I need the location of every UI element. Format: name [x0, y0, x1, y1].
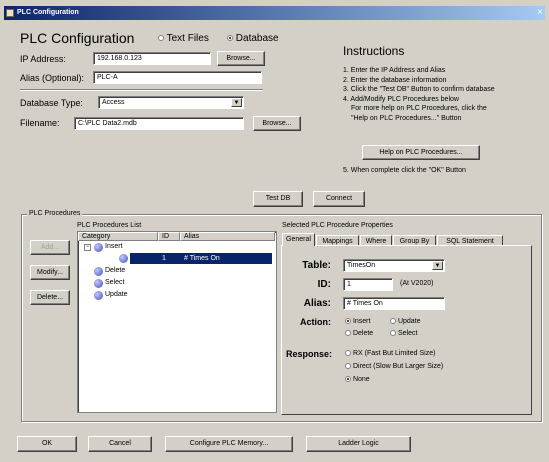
procedures-list-title: PLC Procedures List [77, 222, 142, 229]
app-icon [6, 9, 14, 17]
filename-label: Filename: [20, 118, 60, 128]
memory-address: (At V2020) [400, 280, 434, 287]
instruction-step: "Help on PLC Procedures..." Button [351, 114, 462, 122]
alias-prop-input[interactable]: # Times On [343, 297, 445, 310]
instruction-step-5: 5. When complete click the "OK" Button [343, 167, 466, 174]
text-files-label: Text Files [166, 33, 209, 44]
window-title: PLC Configuration [17, 9, 79, 16]
add-procedure-button[interactable]: Add... [30, 240, 70, 255]
action-select-label: Select [397, 330, 418, 337]
response-direct-radio[interactable]: Direct (Slow But Larger Size) [345, 363, 443, 370]
table-label: Table: [302, 260, 331, 271]
database-type-label: Database Type: [20, 98, 83, 108]
database-type-select[interactable]: Access ▼ [98, 96, 244, 109]
action-update-label: Update [397, 318, 421, 325]
action-insert-label: Insert [352, 318, 371, 325]
help-on-plc-procedures-button[interactable]: Help on PLC Procedures... [362, 145, 480, 160]
title-bar[interactable]: PLC Configuration × [4, 6, 545, 20]
close-icon[interactable]: × [537, 6, 543, 20]
chevron-down-icon[interactable]: ▼ [231, 98, 242, 107]
globe-icon [94, 243, 103, 252]
alias-prop-label: Alias: [303, 298, 331, 309]
cancel-button[interactable]: Cancel [88, 436, 152, 452]
action-insert-radio[interactable]: Insert [345, 318, 370, 325]
response-none-label: None [352, 376, 370, 383]
table-select[interactable]: TimesOn ▼ [343, 259, 445, 272]
action-update-radio[interactable]: Update [390, 318, 421, 325]
row-id: 1 [162, 255, 166, 262]
action-delete-label: Delete [352, 330, 374, 337]
tree-node-insert[interactable]: Insert [105, 243, 123, 250]
id-label: ID: [317, 279, 331, 290]
database-radio-dot[interactable] [227, 35, 233, 42]
action-select-radio[interactable]: Select [390, 330, 417, 337]
database-label: Database [235, 33, 279, 44]
page-title: PLC Configuration [20, 30, 135, 46]
radio-dot[interactable] [390, 330, 396, 337]
alias-label: Alias (Optional): [20, 73, 85, 83]
filename-input[interactable]: C:\PLC Data2.mdb [74, 117, 244, 130]
row-alias: # Times On [184, 255, 220, 262]
globe-icon [94, 267, 103, 276]
action-delete-radio[interactable]: Delete [345, 330, 373, 337]
radio-dot[interactable] [345, 363, 351, 370]
instruction-step: 1. Enter the IP Address and Alias [343, 67, 446, 74]
tree-node-select[interactable]: Select [105, 279, 124, 286]
globe-icon [119, 254, 128, 263]
test-db-button[interactable]: Test DB [253, 191, 303, 207]
radio-dot[interactable] [345, 330, 351, 337]
database-radio[interactable]: Database [227, 33, 279, 44]
ip-address-label: IP Address: [20, 54, 66, 64]
database-type-value: Access [102, 99, 125, 106]
chevron-down-icon[interactable]: ▼ [432, 261, 443, 270]
response-rx-radio[interactable]: RX (Fast But Limited Size) [345, 350, 435, 357]
instruction-step: 4. Add/Modify PLC Procedures below [343, 95, 459, 103]
instructions-steps: 1. Enter the IP Address and Alias 2. Ent… [343, 66, 495, 124]
radio-dot[interactable] [390, 318, 396, 325]
response-rx-label: RX (Fast But Limited Size) [352, 350, 436, 357]
column-header-alias[interactable]: Alias [180, 232, 275, 241]
globe-icon [94, 279, 103, 288]
plc-procedures-group-label: PLC Procedures [27, 210, 83, 217]
connect-button[interactable]: Connect [313, 191, 365, 207]
id-input[interactable]: 1 [343, 278, 393, 291]
instruction-step: 3. Click the "Test DB" Button to confirm… [343, 86, 495, 94]
table-value: TimesOn [347, 262, 376, 269]
instruction-step: 2. Enter the database information [343, 76, 447, 84]
text-files-radio[interactable]: Text Files [158, 33, 209, 44]
response-label: Response: [285, 349, 332, 359]
globe-icon [94, 291, 103, 300]
ladder-logic-button[interactable]: Ladder Logic [306, 436, 411, 452]
radio-dot[interactable] [345, 318, 351, 325]
text-files-radio-dot[interactable] [158, 35, 164, 42]
action-label: Action: [300, 317, 331, 327]
properties-title: Selected PLC Procedure Properties [282, 222, 393, 229]
column-header-id[interactable]: ID [158, 232, 180, 241]
divider [20, 89, 263, 91]
configure-plc-memory-button[interactable]: Configure PLC Memory... [165, 436, 293, 452]
collapse-icon[interactable]: − [84, 244, 91, 251]
instruction-step: For more help on PLC Procedures, click t… [351, 105, 487, 113]
instructions-title: Instructions [343, 44, 405, 58]
alias-input[interactable]: PLC-A [93, 71, 262, 84]
plc-configuration-window: PLC Configuration × PLC Configuration Te… [0, 0, 549, 462]
procedures-tree[interactable]: Category ID Alias − Insert 1 # Times On … [77, 231, 277, 413]
response-direct-label: Direct (Slow But Larger Size) [352, 363, 444, 370]
radio-dot[interactable] [345, 350, 351, 357]
response-none-radio[interactable]: None [345, 376, 370, 383]
tree-node-update[interactable]: Update [105, 291, 128, 298]
ip-address-input[interactable]: 192.168.0.123 [93, 52, 211, 65]
radio-dot[interactable] [345, 376, 351, 383]
ok-button[interactable]: OK [17, 436, 77, 452]
modify-procedure-button[interactable]: Modify... [30, 265, 70, 280]
filename-browse-button[interactable]: Browse... [253, 116, 301, 131]
delete-procedure-button[interactable]: Delete... [30, 290, 70, 305]
ip-browse-button[interactable]: Browse... [217, 51, 265, 66]
tree-node-delete[interactable]: Delete [105, 267, 125, 274]
tab-general[interactable]: General [282, 233, 315, 246]
column-header-category[interactable]: Category [78, 232, 158, 241]
